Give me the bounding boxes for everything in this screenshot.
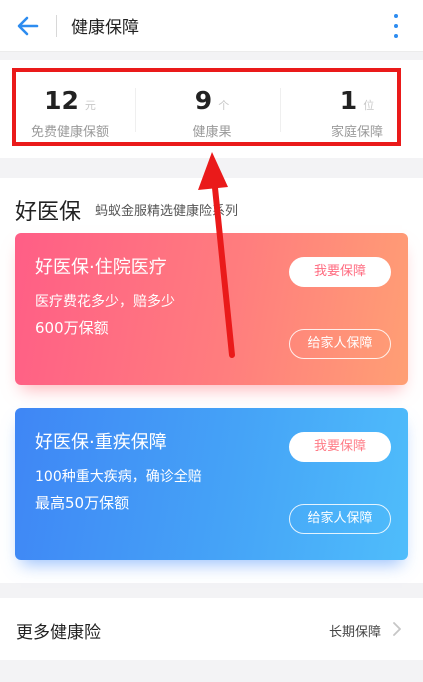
page-title: 健康保障 [71, 18, 139, 38]
product-card-hospital[interactable]: 好医保·住院医疗 医疗费花多少，赔多少 600万保额 我要保障 给家人保障 [15, 233, 408, 385]
stat-value: 12 [44, 86, 79, 115]
back-button[interactable] [0, 0, 56, 52]
card-coverage: 600万保额 [35, 319, 109, 337]
protect-family-button[interactable]: 给家人保障 [289, 329, 391, 359]
card-coverage: 最高50万保额 [35, 494, 130, 512]
stat-label: 免费健康保额 [30, 125, 109, 140]
stat-free-coverage[interactable]: 12 元 免费健康保额 [10, 74, 130, 144]
stat-unit: 元 [84, 99, 96, 112]
stat-divider [280, 88, 281, 132]
stat-family-coverage[interactable]: 1位 家庭保障 [297, 74, 417, 144]
stat-unit: 位 [363, 99, 375, 112]
protect-family-button[interactable]: 给家人保障 [289, 504, 391, 534]
protect-me-button[interactable]: 我要保障 [289, 432, 391, 462]
header-divider [56, 14, 57, 37]
product-card-critical-illness[interactable]: 好医保·重疾保障 100种重大疾病，确诊全赔 最高50万保额 我要保障 给家人保… [15, 408, 408, 560]
back-arrow-icon [17, 16, 39, 35]
app-header: 健康保障 [0, 0, 423, 52]
stat-label: 家庭保障 [330, 125, 383, 140]
haoyibao-section: 好医保 蚂蚁金服精选健康险系列 好医保·住院医疗 医疗费花多少，赔多少 600万… [0, 178, 423, 583]
stat-value: 1 [339, 86, 358, 115]
section-subtitle: 蚂蚁金服精选健康险系列 [95, 204, 239, 219]
card-title: 好医保·重疾保障 [35, 432, 167, 453]
more-insurance-title: 更多健康险 [16, 623, 101, 643]
stat-unit: 个 [218, 99, 230, 112]
stats-panel: 12 元 免费健康保额 9个 健康果 1位 家庭保障 [0, 60, 423, 158]
more-vertical-icon[interactable] [389, 14, 403, 38]
card-title: 好医保·住院医疗 [35, 257, 167, 278]
protect-me-button[interactable]: 我要保障 [289, 257, 391, 287]
chevron-right-icon [393, 622, 401, 636]
long-term-coverage-link[interactable]: 长期保障 [329, 621, 381, 640]
stat-divider [135, 88, 136, 132]
more-insurance-row[interactable]: 更多健康险 长期保障 [0, 598, 423, 660]
section-title: 好医保 [15, 200, 82, 225]
stat-label: 健康果 [192, 125, 232, 140]
card-description: 医疗费花多少，赔多少 [35, 294, 175, 310]
stat-health-fruit[interactable]: 9个 健康果 [152, 74, 272, 144]
card-description: 100种重大疾病，确诊全赔 [35, 469, 202, 485]
stat-value: 9 [194, 86, 213, 115]
